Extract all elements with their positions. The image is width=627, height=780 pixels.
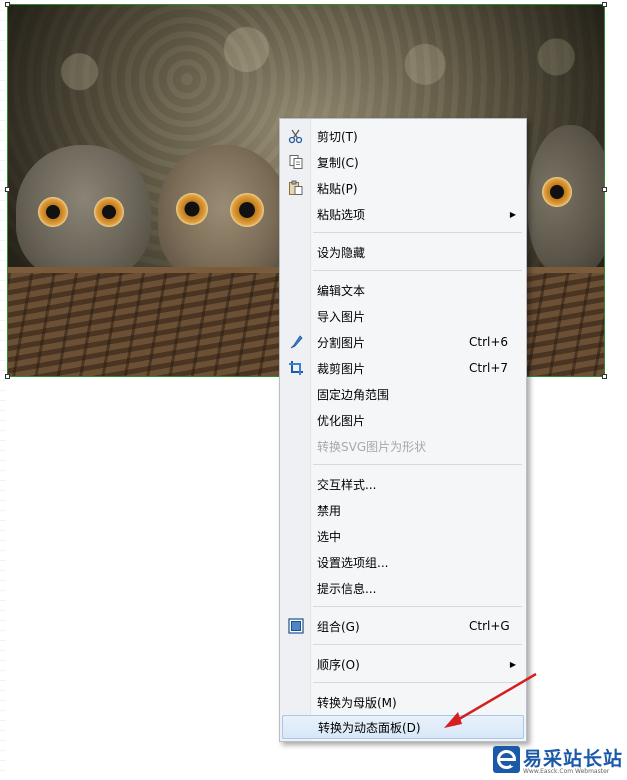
- menu-label: 裁剪图片: [317, 361, 366, 376]
- cat-figure: [16, 145, 151, 280]
- menu-label: 顺序(O): [317, 657, 360, 672]
- menu-item-disable[interactable]: 禁用: [282, 498, 524, 522]
- menu-shortcut: Ctrl+G: [469, 619, 510, 633]
- menu-item-optimize-image[interactable]: 优化图片: [282, 408, 524, 432]
- menu-item-paste[interactable]: 粘贴(P): [282, 176, 524, 200]
- menu-label: 转换为动态面板(D): [318, 720, 421, 735]
- menu-label: 分割图片: [317, 335, 366, 350]
- menu-item-edit-text[interactable]: 编辑文本: [282, 278, 524, 302]
- menu-item-paste-options[interactable]: 粘贴选项 ▶: [282, 202, 524, 226]
- menu-item-cut[interactable]: 剪切(T): [282, 124, 524, 148]
- menu-label: 选中: [317, 529, 342, 544]
- menu-label: 转换SVG图片为形状: [317, 439, 427, 454]
- menu-item-copy[interactable]: 复制(C): [282, 150, 524, 174]
- crop-icon: [288, 360, 304, 376]
- menu-label: 复制(C): [317, 155, 359, 170]
- owl-figure-right: [528, 125, 604, 275]
- menu-separator: [313, 606, 522, 607]
- resize-handle-tl[interactable]: [5, 2, 10, 7]
- canvas-ruler: [0, 0, 6, 780]
- menu-shortcut: Ctrl+6: [469, 335, 509, 349]
- menu-separator: [313, 232, 522, 233]
- paste-icon: [288, 180, 304, 196]
- menu-shortcut: Ctrl+7: [469, 361, 509, 375]
- menu-item-option-group[interactable]: 设置选项组...: [282, 550, 524, 574]
- menu-item-tooltip[interactable]: 提示信息...: [282, 576, 524, 600]
- group-icon: [288, 618, 304, 634]
- menu-separator: [313, 464, 522, 465]
- e-logo-icon: [493, 746, 520, 773]
- menu-label: 提示信息...: [317, 581, 377, 596]
- menu-label: 转换为母版(M): [317, 695, 397, 710]
- menu-label: 组合(G): [317, 619, 360, 634]
- resize-handle-br[interactable]: [602, 374, 607, 379]
- menu-label: 优化图片: [317, 413, 366, 428]
- resize-handle-mr[interactable]: [602, 187, 607, 192]
- submenu-arrow-icon: ▶: [509, 209, 516, 219]
- menu-label: 粘贴(P): [317, 181, 358, 196]
- menu-label: 设置选项组...: [317, 555, 389, 570]
- menu-item-crop-image[interactable]: 裁剪图片 Ctrl+7: [282, 356, 524, 380]
- resize-handle-tr[interactable]: [602, 2, 607, 7]
- copy-icon: [288, 154, 304, 170]
- menu-item-interaction-styles[interactable]: 交互样式...: [282, 472, 524, 496]
- menu-item-group[interactable]: 组合(G) Ctrl+G: [282, 614, 524, 638]
- menu-separator: [313, 644, 522, 645]
- menu-label: 设为隐藏: [317, 245, 366, 260]
- resize-handle-ml[interactable]: [5, 187, 10, 192]
- menu-label: 粘贴选项: [317, 207, 366, 222]
- menu-label: 固定边角范围: [317, 387, 390, 402]
- watermark: 易采站长站 Www.Easck.Com Webmaster: [493, 744, 627, 780]
- menu-item-fix-corners[interactable]: 固定边角范围: [282, 382, 524, 406]
- menu-item-slice-image[interactable]: 分割图片 Ctrl+6: [282, 330, 524, 354]
- menu-label: 剪切(T): [317, 129, 358, 144]
- context-menu: 剪切(T) 复制(C) 粘贴(P) 粘贴选项 ▶ 设为隐藏 编辑文本 导入图片 …: [279, 118, 527, 742]
- resize-handle-bl[interactable]: [5, 374, 10, 379]
- menu-label: 禁用: [317, 503, 342, 518]
- menu-item-svg-to-shape: 转换SVG图片为形状: [282, 434, 524, 458]
- annotation-arrow-icon: [444, 672, 537, 728]
- menu-label: 导入图片: [317, 309, 366, 324]
- menu-label: 编辑文本: [317, 283, 366, 298]
- watermark-url: Www.Easck.Com Webmaster: [523, 768, 610, 775]
- submenu-arrow-icon: ▶: [509, 659, 516, 669]
- scissors-icon: [288, 128, 304, 144]
- menu-item-set-hidden[interactable]: 设为隐藏: [282, 240, 524, 264]
- menu-item-select[interactable]: 选中: [282, 524, 524, 548]
- menu-item-import-image[interactable]: 导入图片: [282, 304, 524, 328]
- menu-separator: [313, 270, 522, 271]
- slice-icon: [288, 334, 304, 350]
- menu-label: 交互样式...: [317, 477, 377, 492]
- watermark-text: 易采站长站: [523, 748, 624, 770]
- owl-figure: [158, 145, 288, 283]
